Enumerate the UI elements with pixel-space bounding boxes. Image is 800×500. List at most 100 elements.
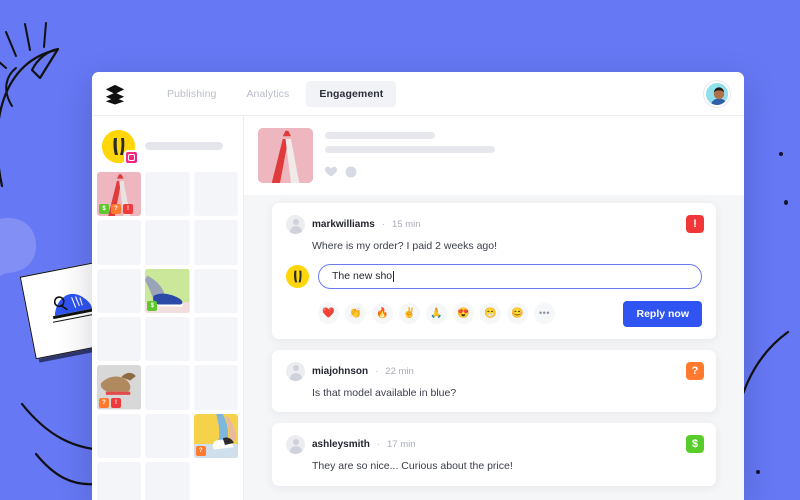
comment-card-markwilliams[interactable]: ! markwilliams · 15 min Where is my orde…: [272, 203, 716, 339]
media-sidebar: $ ? ! $ ? ! ?: [92, 116, 244, 500]
screenshot-root: Publishing Analytics Engagement $ ? ! $ …: [0, 0, 800, 500]
sales-flag[interactable]: $: [686, 435, 704, 454]
media-thumbnail[interactable]: [145, 172, 190, 217]
reply-row: The new sho: [286, 263, 702, 289]
thumbnail-badges: $: [147, 300, 158, 311]
comment-timestamp: 15 min: [391, 219, 421, 230]
pray-emoji[interactable]: 🙏: [426, 303, 447, 325]
media-thumbnail[interactable]: [145, 461, 190, 500]
media-thumbnail[interactable]: ? !: [97, 365, 142, 410]
comment-icon[interactable]: [345, 166, 357, 178]
user-avatar-image: [706, 82, 728, 105]
window-body: $ ? ! $ ? ! ? ! markwilliams · 15 min Wh…: [92, 116, 744, 500]
user-avatar[interactable]: [704, 80, 730, 107]
caption-placeholder-line-2: [325, 146, 495, 153]
app-window: Publishing Analytics Engagement $ ? ! $ …: [92, 72, 744, 500]
comment-text: Is that model available in blue?: [312, 386, 457, 399]
account-avatar[interactable]: [102, 129, 139, 165]
comment-text: Where is my order? I paid 2 weeks ago!: [312, 240, 498, 252]
dot-3: [756, 470, 760, 474]
thumbnail-badges: $ ? !: [99, 204, 133, 215]
speech-bubble-shape: [0, 218, 36, 276]
emoji-toolbar: ❤️ 👏 🔥 ✌️ 🙏 😍 😁 😊 ••• Reply now: [318, 300, 702, 327]
comment-card-miajohnson[interactable]: ? miajohnson · 22 min Is that model avai…: [272, 349, 716, 413]
commenter-username[interactable]: markwilliams: [312, 219, 375, 230]
separator: ·: [381, 219, 385, 230]
badge-orange: ?: [99, 397, 109, 408]
comment-timestamp: 22 min: [385, 365, 414, 377]
badge-orange: ?: [195, 445, 206, 456]
account-row[interactable]: [92, 126, 243, 166]
commenter-username[interactable]: ashleysmith: [312, 439, 370, 450]
media-thumbnail[interactable]: ?: [193, 413, 238, 458]
peace-emoji[interactable]: ✌️: [399, 303, 420, 325]
urgent-flag[interactable]: !: [686, 215, 704, 233]
dot-2: [784, 200, 788, 205]
caption-placeholder-line-1: [325, 132, 435, 139]
separator: ·: [376, 439, 380, 451]
post-actions: [325, 166, 730, 178]
commenter-username[interactable]: miajohnson: [312, 366, 368, 377]
thumbnail-badges: ?: [195, 445, 206, 456]
comment-list: ! markwilliams · 15 min Where is my orde…: [244, 195, 744, 500]
tab-engagement[interactable]: Engagement: [306, 80, 397, 107]
media-thumbnail[interactable]: [97, 413, 142, 458]
top-navigation-bar: Publishing Analytics Engagement: [92, 72, 744, 116]
media-thumbnail[interactable]: $: [145, 268, 190, 313]
media-thumbnail[interactable]: [97, 220, 142, 265]
comment-header: ashleysmith · 17 min: [286, 435, 702, 455]
tab-list: Publishing Analytics Engagement: [154, 72, 397, 115]
media-thumbnail[interactable]: [193, 316, 238, 362]
media-thumbnail[interactable]: [145, 365, 190, 410]
reply-avatar: [286, 264, 309, 288]
commenter-avatar: [286, 215, 305, 234]
separator: ·: [375, 365, 379, 377]
tab-analytics[interactable]: Analytics: [233, 81, 302, 107]
media-thumbnail[interactable]: [193, 220, 238, 265]
media-thumbnail[interactable]: [97, 316, 142, 362]
clap-emoji[interactable]: 👏: [345, 303, 366, 325]
reply-input-value: The new sho: [332, 270, 393, 283]
reply-now-button[interactable]: Reply now: [623, 300, 702, 327]
more-emojis-icon[interactable]: •••: [534, 303, 555, 325]
badge-orange: ?: [111, 204, 121, 215]
post-header: [244, 116, 744, 195]
comment-header: miajohnson · 22 min: [286, 361, 702, 381]
media-thumbnail[interactable]: [145, 316, 190, 362]
question-flag[interactable]: ?: [686, 361, 704, 380]
post-caption-placeholders: [325, 128, 730, 178]
media-thumbnail[interactable]: [193, 365, 238, 410]
media-thumbnail[interactable]: $ ? !: [97, 172, 142, 217]
layers-icon[interactable]: [104, 83, 126, 105]
post-thumbnail[interactable]: [258, 128, 313, 183]
comment-text: They are so nice... Curious about the pr…: [312, 460, 513, 473]
media-thumbnail[interactable]: [145, 413, 190, 458]
comment-header: markwilliams · 15 min: [286, 215, 702, 234]
badge-green: $: [99, 204, 109, 215]
grin-emoji[interactable]: 😁: [480, 303, 501, 325]
text-caret: [393, 270, 395, 282]
dot-1: [779, 152, 783, 156]
media-thumbnail[interactable]: [193, 172, 238, 217]
media-thumbnail-grid: $ ? ! $ ? ! ?: [92, 172, 243, 500]
media-thumbnail[interactable]: [145, 220, 190, 265]
media-thumbnail[interactable]: [97, 461, 142, 500]
heart-eyes-emoji[interactable]: 😍: [453, 303, 474, 325]
tab-publishing[interactable]: Publishing: [154, 81, 229, 107]
media-thumbnail[interactable]: [97, 268, 142, 313]
comment-card-ashleysmith[interactable]: $ ashleysmith · 17 min They are so nice.…: [272, 423, 716, 486]
commenter-avatar: [286, 435, 305, 455]
fire-emoji[interactable]: 🔥: [372, 303, 393, 325]
instagram-icon: [124, 149, 139, 165]
heart-icon[interactable]: [325, 166, 337, 178]
badge-red: !: [123, 204, 133, 215]
sneaker-icon: [52, 293, 94, 323]
badge-green: $: [147, 300, 158, 311]
post-thumbnail-image: [258, 128, 313, 183]
badge-red: !: [111, 397, 121, 408]
commenter-avatar: [286, 361, 305, 381]
smile-emoji[interactable]: 😊: [507, 303, 528, 325]
reply-input[interactable]: The new sho: [318, 263, 702, 289]
media-thumbnail[interactable]: [193, 268, 238, 313]
heart-emoji[interactable]: ❤️: [318, 303, 339, 325]
